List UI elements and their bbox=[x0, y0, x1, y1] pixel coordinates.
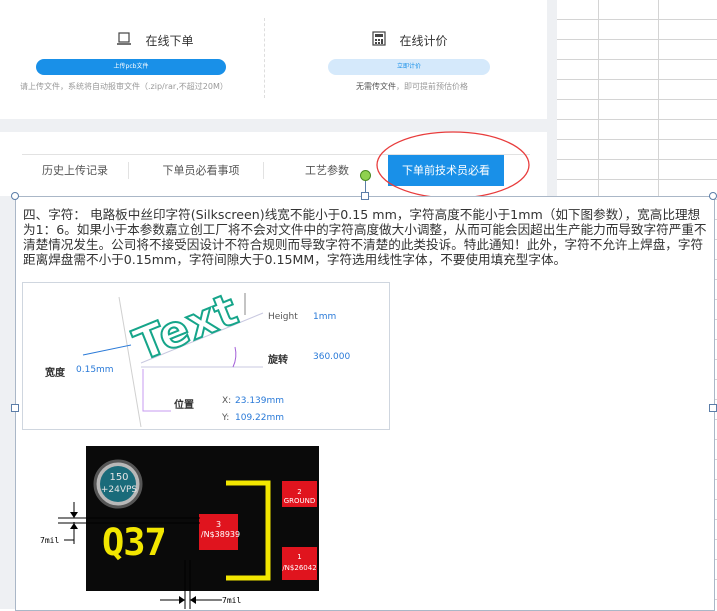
online-order-note: 请上传文件，系统将自动报审文件（.zip/rar,不超过20M） bbox=[20, 82, 228, 91]
online-order-title: 在线下单 bbox=[145, 34, 194, 48]
online-quote-title: 在线计价 bbox=[399, 34, 448, 48]
dimension-label-bottom: 7mil bbox=[222, 596, 242, 605]
resize-handle-tr[interactable] bbox=[709, 192, 717, 200]
pad-2-net: GROUND bbox=[283, 497, 316, 505]
section-divider bbox=[264, 18, 265, 98]
calculator-icon bbox=[372, 31, 387, 50]
highlight-circle bbox=[376, 131, 530, 199]
width-value: 0.15mm bbox=[76, 365, 114, 375]
pad-2-number: 2 bbox=[297, 488, 302, 496]
online-quote-section: 在线计价 bbox=[335, 30, 485, 50]
upload-pcb-button[interactable]: 上传pcb文件 bbox=[36, 59, 226, 75]
rotation-label: 旋转 bbox=[268, 355, 288, 366]
online-quote-note: 无需传文件，即可提前预估价格 bbox=[356, 81, 468, 92]
online-quote-note-bold: 无需传文件 bbox=[356, 82, 396, 91]
tab-upload-history[interactable]: 历史上传记录 bbox=[22, 155, 128, 186]
instant-quote-button[interactable]: 立即计价 bbox=[328, 59, 490, 75]
resize-handle-ml[interactable] bbox=[11, 404, 19, 412]
x-value: 23.139mm bbox=[235, 396, 285, 406]
online-order-section: 在线下单 bbox=[60, 30, 250, 50]
resize-handle-tc[interactable] bbox=[361, 192, 369, 200]
capacitor-label-2: +24VPS bbox=[100, 485, 138, 495]
tab-divider bbox=[128, 162, 129, 179]
rotate-handle[interactable] bbox=[360, 170, 371, 181]
resize-handle-mr[interactable] bbox=[709, 404, 717, 412]
silkscreen-rule-paragraph: 四、字符： 电路板中丝印字符(Silkscreen)线宽不能小于0.15 mm，… bbox=[23, 207, 707, 267]
pad-1-net: /N$26042 bbox=[282, 564, 317, 572]
capacitor-label-1: 150 bbox=[109, 472, 129, 483]
tab-order-notes[interactable]: 下单员必看事项 bbox=[148, 155, 254, 186]
resize-handle-tl[interactable] bbox=[11, 192, 19, 200]
tab-divider bbox=[263, 162, 264, 179]
position-label: 位置 bbox=[174, 400, 194, 411]
y-label: Y: bbox=[222, 413, 230, 423]
laptop-icon bbox=[116, 31, 132, 50]
service-card: 在线下单 上传pcb文件 请上传文件，系统将自动报审文件（.zip/rar,不超… bbox=[0, 0, 547, 119]
height-value: 1mm bbox=[313, 312, 337, 322]
height-label: Height bbox=[268, 312, 298, 322]
width-label: 宽度 bbox=[45, 368, 65, 379]
y-value: 109.22mm bbox=[235, 413, 285, 423]
dimension-label-left: 7mil bbox=[40, 536, 60, 545]
x-label: X: bbox=[222, 396, 232, 406]
dimension-lines bbox=[58, 502, 222, 609]
pad-1-number: 1 bbox=[297, 553, 302, 561]
rotation-value: 360.000 bbox=[313, 352, 351, 362]
online-quote-note-rest: ，即可提前预估价格 bbox=[396, 82, 468, 91]
